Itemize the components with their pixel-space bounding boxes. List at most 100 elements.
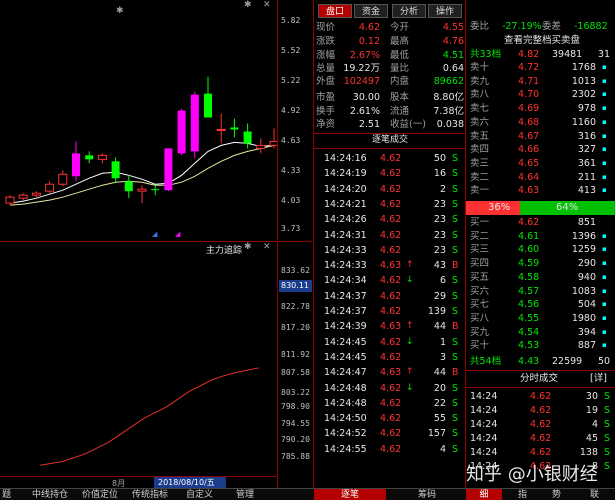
level-volume: 887 bbox=[577, 340, 596, 352]
order-level[interactable]: 买二 4.61 1396 ▪ bbox=[466, 230, 615, 244]
btab-zhongxian[interactable]: 中线持仓 bbox=[32, 489, 68, 500]
order-level[interactable]: 卖七 4.69 978 ▪ bbox=[466, 102, 615, 116]
fenshi-volume: 4 bbox=[591, 419, 598, 430]
fenshi-side: S bbox=[604, 419, 611, 430]
trade-price: 4.62 bbox=[380, 183, 402, 195]
order-level[interactable]: 卖二 4.64 211 ▪ bbox=[466, 171, 615, 185]
trade-volume: 157 bbox=[427, 428, 446, 440]
indicator-chart[interactable]: 主力追踪 ✱ ✕ bbox=[0, 241, 277, 489]
order-level[interactable]: 卖九 4.71 1013 ▪ bbox=[466, 75, 615, 89]
tab-pankou[interactable]: 盘口 bbox=[318, 4, 352, 18]
fenshi-price: 4.62 bbox=[530, 433, 552, 444]
full-depth-link[interactable]: 查看完整档买卖盘 bbox=[466, 34, 615, 48]
order-level[interactable]: 买六 4.57 1083 ▪ bbox=[466, 285, 615, 299]
level-label: 卖一 bbox=[470, 185, 490, 197]
order-level[interactable]: 买八 4.55 1980 ▪ bbox=[466, 312, 615, 326]
trade-row: 14:24:52 4.62 157 S bbox=[314, 426, 466, 441]
quote-label: 涨幅 bbox=[316, 50, 336, 61]
level-label: 买八 bbox=[470, 312, 490, 324]
level-marker-icon: ▪ bbox=[602, 63, 607, 71]
btab-zhubi[interactable]: 逐笔 bbox=[314, 489, 386, 500]
ratio-bar: 36% 64% bbox=[466, 201, 615, 215]
settings-icon[interactable]: ✱ bbox=[244, 242, 252, 252]
trade-row: 14:24:33 4.63 ↑ 43 B bbox=[314, 258, 466, 273]
order-level[interactable]: 卖五 4.67 316 ▪ bbox=[466, 130, 615, 144]
order-level[interactable]: 卖一 4.63 413 ▪ bbox=[466, 184, 615, 198]
trade-price: 4.62 bbox=[380, 214, 402, 226]
level-marker-icon: ▪ bbox=[602, 272, 607, 281]
quote-label: 总量 bbox=[316, 63, 336, 74]
btab-xi[interactable]: 细 bbox=[466, 489, 502, 500]
order-level[interactable]: 买四 4.59 290 ▪ bbox=[466, 257, 615, 271]
level-volume: 290 bbox=[577, 258, 596, 270]
btab-shi[interactable]: 势 bbox=[552, 489, 561, 500]
indicator-tick: 785.88 bbox=[281, 452, 310, 461]
divider bbox=[466, 370, 615, 371]
candle-body bbox=[72, 153, 80, 177]
fenshi-detail-button[interactable]: [详] bbox=[590, 372, 607, 386]
order-level[interactable]: 买九 4.54 394 ▪ bbox=[466, 326, 615, 340]
level-volume: 413 bbox=[577, 185, 596, 197]
level-marker-icon: ▪ bbox=[602, 131, 607, 140]
trade-price: 4.62 bbox=[380, 413, 402, 425]
level-volume: 394 bbox=[577, 326, 596, 338]
quote-label: 市盈 bbox=[316, 92, 336, 103]
order-level[interactable]: 卖十 4.72 1768 ▪ bbox=[466, 61, 615, 75]
btab-lian[interactable]: 联 bbox=[590, 489, 599, 500]
btab-jiazhi[interactable]: 价值定位 bbox=[82, 489, 118, 500]
trade-row: 14:24:50 4.62 55 S bbox=[314, 411, 466, 426]
buy-total-volume: 22599 bbox=[552, 356, 583, 367]
close-icon[interactable]: ✕ bbox=[263, 0, 271, 10]
order-level[interactable]: 卖八 4.70 2302 ▪ bbox=[466, 88, 615, 102]
level-price: 4.65 bbox=[518, 157, 540, 169]
trade-row: 14:24:37 4.62 139 S bbox=[314, 304, 466, 319]
btab-chuantong[interactable]: 传统指标 bbox=[132, 489, 168, 500]
settings-icon[interactable]: ✱ bbox=[244, 0, 252, 10]
level-label: 买六 bbox=[470, 285, 490, 297]
buy-total-label: 共54档 bbox=[470, 356, 502, 367]
quote-label: 涨跌 bbox=[316, 36, 336, 47]
level-label: 卖六 bbox=[470, 116, 490, 128]
indicator-tick: 807.58 bbox=[281, 368, 310, 377]
order-level[interactable]: 买十 4.53 887 ▪ bbox=[466, 339, 615, 353]
order-level[interactable]: 卖四 4.66 327 ▪ bbox=[466, 143, 615, 157]
candle-body bbox=[256, 144, 266, 149]
btab-zidingyi[interactable]: 自定义 bbox=[186, 489, 213, 500]
full-depth-link-text[interactable]: 查看完整档买卖盘 bbox=[504, 34, 580, 48]
trade-price: 4.62 bbox=[380, 290, 402, 302]
order-level[interactable]: 卖六 4.68 1160 ▪ bbox=[466, 116, 615, 130]
fenshi-side: S bbox=[604, 391, 611, 402]
quote-value: 2.67% bbox=[349, 50, 380, 61]
trade-side: B bbox=[452, 367, 459, 379]
trade-arrow-icon: ↓ bbox=[406, 275, 414, 286]
trade-price: 4.62 bbox=[380, 351, 402, 363]
tab-fenxi[interactable]: 分析 bbox=[392, 4, 426, 18]
candlestick-chart[interactable]: ◢ ◢ ✱ ✱ ✕ bbox=[0, 0, 279, 240]
quote-value: 2.61% bbox=[349, 106, 380, 117]
btab-guanli[interactable]: 管理 bbox=[236, 489, 254, 500]
candle-body bbox=[85, 155, 94, 160]
trade-row: 14:24:48 4.62 ↓ 20 S bbox=[314, 381, 466, 396]
fenshi-volume: 19 bbox=[585, 405, 598, 416]
star-marker-icon: ✱ bbox=[116, 6, 124, 16]
btab-ti[interactable]: 题 bbox=[2, 489, 11, 500]
candle-body bbox=[243, 131, 252, 144]
order-level[interactable]: 买一 4.62 851 bbox=[466, 216, 615, 230]
order-level[interactable]: 买三 4.60 1259 ▪ bbox=[466, 243, 615, 257]
candle-body bbox=[45, 183, 55, 192]
btab-chouma[interactable]: 筹码 bbox=[418, 489, 436, 500]
close-icon[interactable]: ✕ bbox=[263, 242, 271, 252]
order-level[interactable]: 买七 4.56 504 ▪ bbox=[466, 298, 615, 312]
fenshi-time: 14:24 bbox=[470, 419, 498, 430]
trade-time: 14:24:45 bbox=[324, 336, 367, 348]
level-marker-icon: ▪ bbox=[602, 186, 607, 195]
order-level[interactable]: 卖三 4.65 361 ▪ bbox=[466, 157, 615, 171]
tab-caozuo[interactable]: 操作 bbox=[428, 4, 462, 18]
ratio-right: 64% bbox=[556, 202, 579, 213]
btab-zhi[interactable]: 指 bbox=[518, 489, 527, 500]
trade-time: 14:24:31 bbox=[324, 229, 367, 241]
order-level[interactable]: 买五 4.58 940 ▪ bbox=[466, 271, 615, 285]
tab-zijin[interactable]: 资金 bbox=[354, 4, 388, 18]
fenshi-side: S bbox=[604, 405, 611, 416]
trade-side: S bbox=[452, 428, 459, 440]
